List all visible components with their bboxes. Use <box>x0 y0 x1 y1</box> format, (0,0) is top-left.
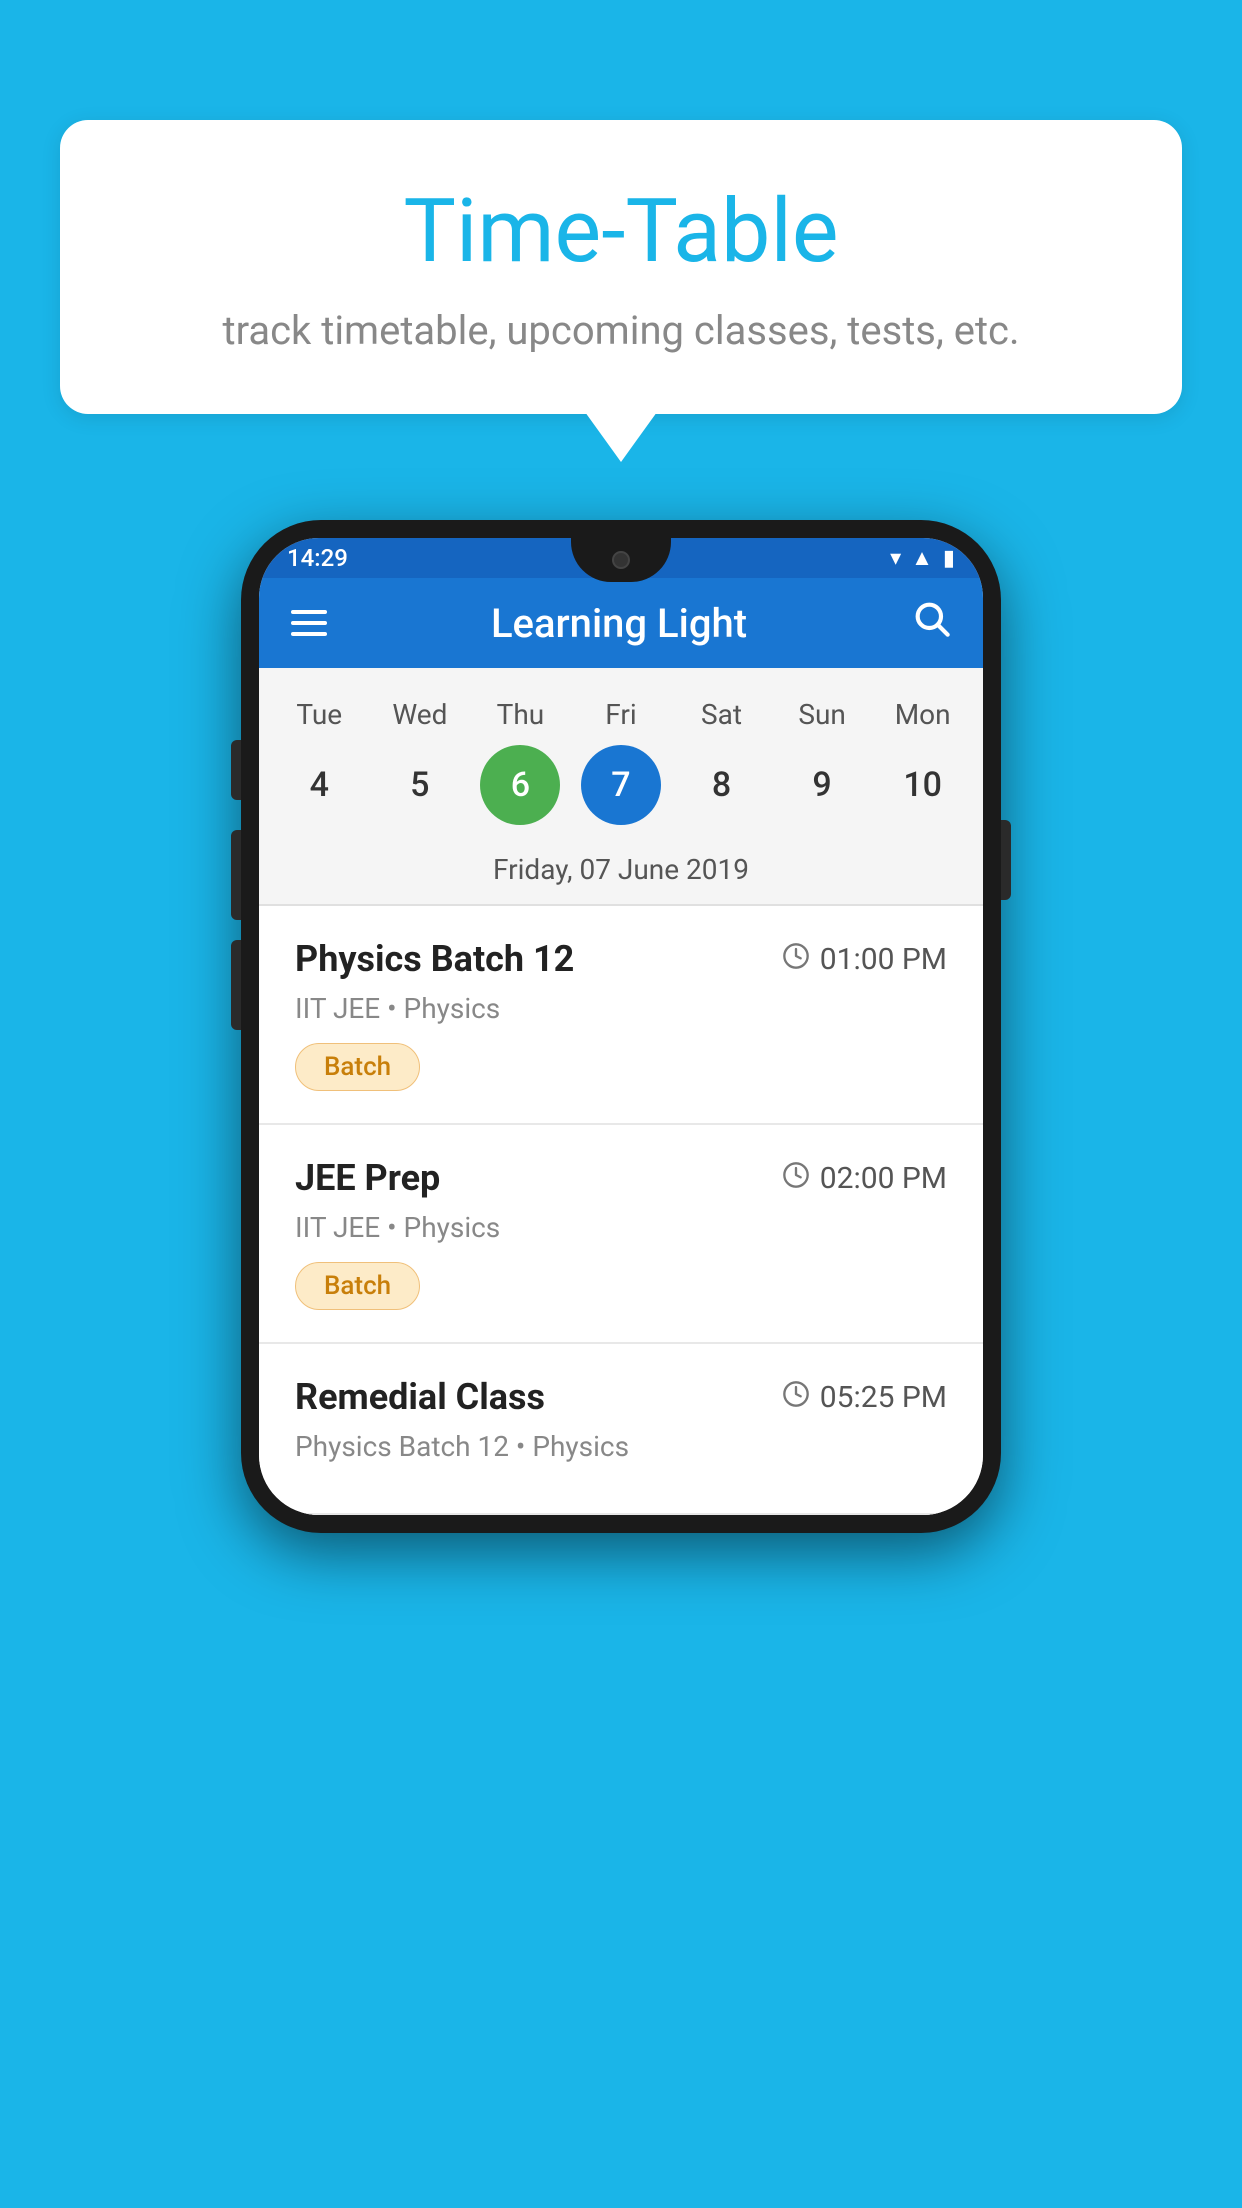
item-2-header: JEE Prep 02:00 PM <box>295 1157 947 1199</box>
item-2-batch-tag: Batch <box>295 1262 420 1310</box>
app-header: Learning Light <box>259 578 983 668</box>
dates-row: 4 5 6 7 8 9 10 <box>259 737 983 845</box>
item-1-time: 01:00 PM <box>782 942 947 977</box>
schedule-list: Physics Batch 12 01:00 PM IIT JEE • P <box>259 906 983 1515</box>
battery-icon: ▮ <box>943 546 955 571</box>
speech-bubble-container: Time-Table track timetable, upcoming cla… <box>60 120 1182 414</box>
days-header: Tue Wed Thu Fri Sat Sun Mon <box>259 688 983 737</box>
day-wed: Wed <box>380 698 460 731</box>
volume-up-button <box>231 830 241 920</box>
status-icons: ▾ ▲ ▮ <box>890 545 955 571</box>
app-title: Learning Light <box>491 600 747 647</box>
day-fri: Fri <box>581 698 661 731</box>
day-tue: Tue <box>279 698 359 731</box>
item-1-header: Physics Batch 12 01:00 PM <box>295 938 947 980</box>
calendar-strip: Tue Wed Thu Fri Sat Sun Mon 4 5 6 7 8 9 … <box>259 668 983 904</box>
bubble-title: Time-Table <box>140 180 1102 283</box>
date-10[interactable]: 10 <box>883 745 963 825</box>
clock-icon-3 <box>782 1380 810 1415</box>
speech-bubble: Time-Table track timetable, upcoming cla… <box>60 120 1182 414</box>
day-sun: Sun <box>782 698 862 731</box>
bubble-subtitle: track timetable, upcoming classes, tests… <box>140 307 1102 354</box>
wifi-icon: ▾ <box>890 546 901 571</box>
menu-button[interactable] <box>291 610 327 636</box>
item-2-meta: IIT JEE • Physics <box>295 1211 947 1244</box>
schedule-item-1[interactable]: Physics Batch 12 01:00 PM IIT JEE • P <box>259 906 983 1125</box>
status-time: 14:29 <box>287 544 348 572</box>
selected-date-label: Friday, 07 June 2019 <box>259 845 983 904</box>
date-4[interactable]: 4 <box>279 745 359 825</box>
day-mon: Mon <box>883 698 963 731</box>
volume-down-button <box>231 940 241 1030</box>
day-thu: Thu <box>480 698 560 731</box>
clock-icon-2 <box>782 1161 810 1196</box>
item-3-header: Remedial Class 05:25 PM <box>295 1376 947 1418</box>
item-3-meta: Physics Batch 12 • Physics <box>295 1430 947 1463</box>
item-2-time: 02:00 PM <box>782 1161 947 1196</box>
phone-frame: 14:29 ▾ ▲ ▮ Learning Light <box>241 520 1001 1533</box>
clock-icon-1 <box>782 942 810 977</box>
search-button[interactable] <box>911 598 951 648</box>
date-9[interactable]: 9 <box>782 745 862 825</box>
date-8[interactable]: 8 <box>682 745 762 825</box>
power-button <box>1001 820 1011 900</box>
item-3-title: Remedial Class <box>295 1376 545 1418</box>
item-1-title: Physics Batch 12 <box>295 938 574 980</box>
item-1-batch-tag: Batch <box>295 1043 420 1091</box>
item-1-time-text: 01:00 PM <box>820 942 947 977</box>
phone-screen: 14:29 ▾ ▲ ▮ Learning Light <box>259 538 983 1515</box>
signal-icon: ▲ <box>911 545 933 571</box>
item-1-meta: IIT JEE • Physics <box>295 992 947 1025</box>
schedule-item-2[interactable]: JEE Prep 02:00 PM IIT JEE • Physics <box>259 1125 983 1344</box>
schedule-item-3[interactable]: Remedial Class 05:25 PM Physics Batch <box>259 1344 983 1515</box>
item-3-time: 05:25 PM <box>782 1380 947 1415</box>
item-2-time-text: 02:00 PM <box>820 1161 947 1196</box>
date-7-selected[interactable]: 7 <box>581 745 661 825</box>
mute-button <box>231 740 241 800</box>
date-5[interactable]: 5 <box>380 745 460 825</box>
front-camera <box>612 551 630 569</box>
date-6-today[interactable]: 6 <box>480 745 560 825</box>
phone-container: 14:29 ▾ ▲ ▮ Learning Light <box>241 520 1001 1533</box>
item-2-title: JEE Prep <box>295 1157 440 1199</box>
day-sat: Sat <box>682 698 762 731</box>
item-3-time-text: 05:25 PM <box>820 1380 947 1415</box>
